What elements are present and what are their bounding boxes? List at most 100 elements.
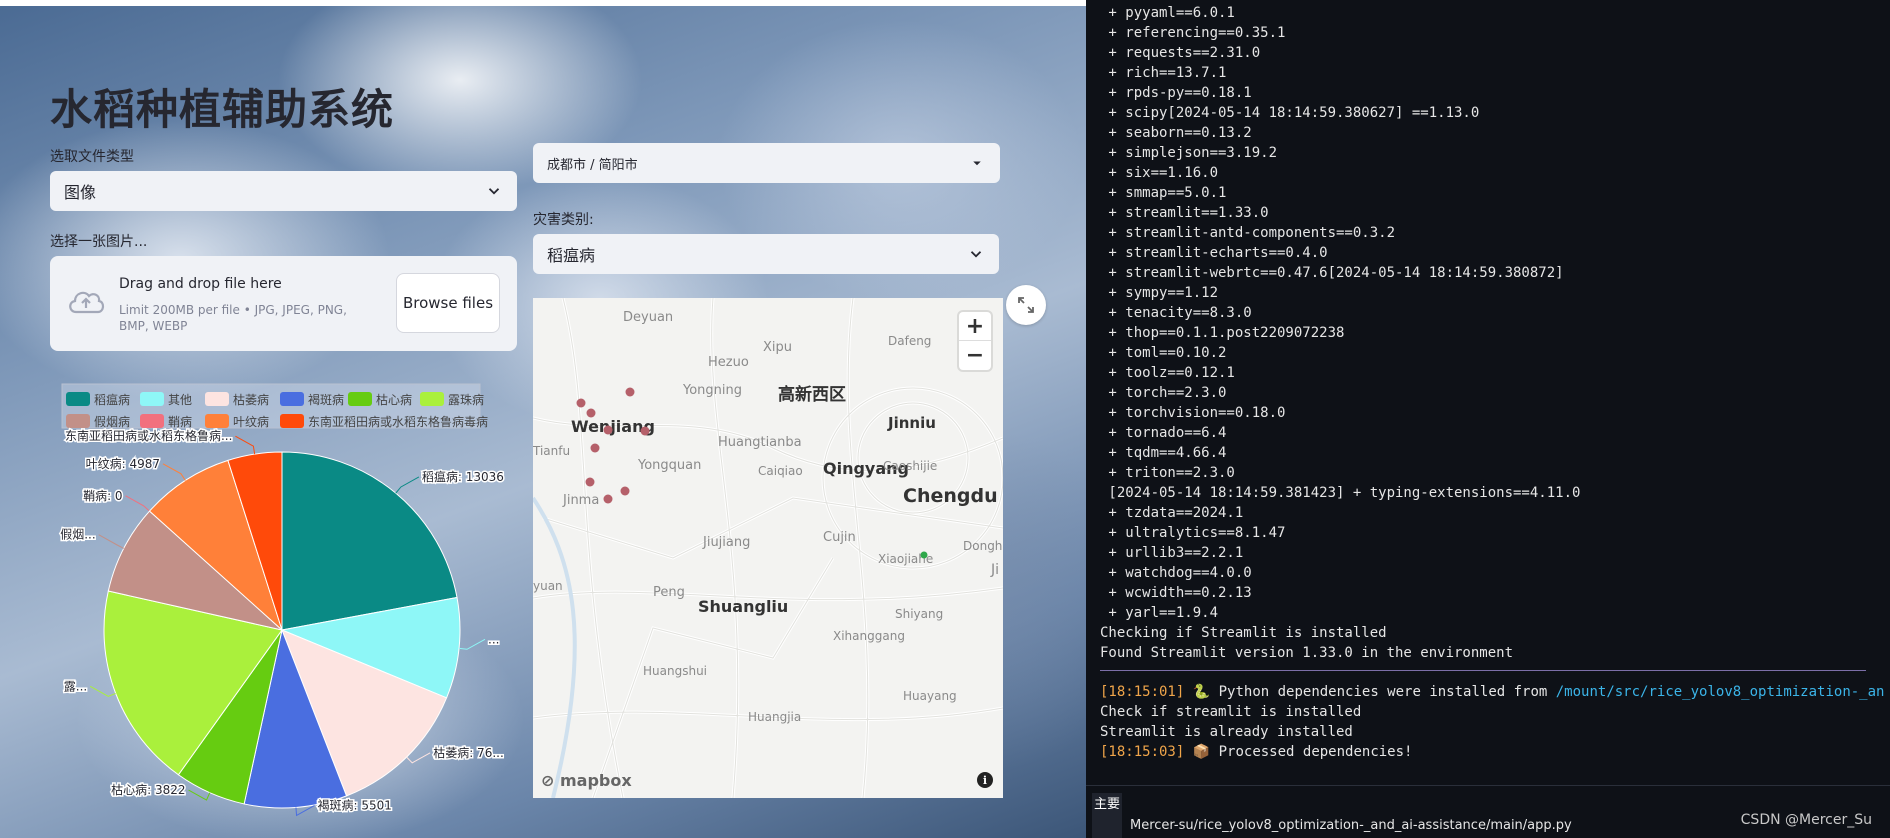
map-place-label: Xihanggang <box>833 629 905 643</box>
log-line-check: Check if streamlit is installed <box>1100 704 1362 720</box>
map-place-label: Hezuo <box>708 355 749 370</box>
map-marker[interactable] <box>603 425 613 435</box>
legend-label: 假烟病 <box>94 414 130 429</box>
map-road <box>542 496 1003 560</box>
log-line: + pyyaml==6.0.1 <box>1100 5 1235 21</box>
log-line: + urllib3==2.2.1 <box>1100 545 1244 561</box>
legend-item[interactable]: 假烟病 <box>66 414 130 429</box>
pie-data-label: 露... <box>64 679 87 693</box>
legend-label: 褐斑病 <box>308 392 344 407</box>
log-line: + tornado==6.4 <box>1100 425 1227 441</box>
expand-icon <box>1018 297 1034 313</box>
map-road-edge <box>562 298 624 798</box>
legend-item[interactable]: 枯心病 <box>348 392 412 407</box>
caret-down-icon <box>973 161 981 166</box>
zoom-out-button[interactable]: − <box>959 341 991 370</box>
pie-data-label: 枯心病: 3822 <box>111 782 185 797</box>
cloud-upload-icon <box>69 291 105 314</box>
legend-label: 枯萎病 <box>233 392 269 407</box>
app-file-path[interactable]: Mercer-su/rice_yolov8_optimization-_and_… <box>1130 818 1572 833</box>
map-marker[interactable] <box>603 494 613 504</box>
log-line-deps-installed: [18:15:01] 🐍 Python dependencies were in… <box>1100 682 1884 702</box>
info-icon[interactable]: i <box>977 772 993 788</box>
map-road <box>591 557 835 798</box>
log-line: + tzdata==2024.1 <box>1100 505 1244 521</box>
log-line: + triton==2.3.0 <box>1100 465 1235 481</box>
legend-item[interactable]: 露珠病 <box>420 392 484 407</box>
log-line: + watchdog==4.0.0 <box>1100 565 1252 581</box>
log-line: + seaborn==0.13.2 <box>1100 125 1252 141</box>
zoom-in-button[interactable]: + <box>959 312 991 341</box>
map-view[interactable]: Deyuan Xipu Dafeng Hezuo Yongning 高新西区 Jinniu W… <box>533 298 1003 798</box>
mapbox-logo: ⊘ mapbox <box>541 771 632 790</box>
footer-divider <box>1086 785 1890 786</box>
pie-legend: 稻瘟病 其他 枯萎病 褐斑病 枯心病 露珠病假烟病 鞘病 叶纹病 东南亚稻田病或水稻东格鲁病毒病 <box>61 383 488 429</box>
legend-swatch <box>348 392 372 406</box>
uploader-drag-text: Drag and drop file here <box>119 276 282 292</box>
pie-data-label: 假烟... <box>60 528 95 542</box>
log-line: + toml==0.10.2 <box>1100 345 1227 361</box>
location-select[interactable]: 成都市 / 简阳市 <box>533 143 1000 183</box>
map-marker[interactable] <box>620 486 630 496</box>
log-lines: + pyyaml==6.0.1 + referencing==0.35.1 + … <box>1100 3 1880 663</box>
legend-item[interactable]: 褐斑病 <box>280 392 344 407</box>
chevron-down-icon <box>488 188 500 195</box>
map-canvas[interactable]: DeyuanXipu DafengHezuoYongning 高新西区JinniuW… <box>533 298 1003 798</box>
map-place-label: Yongning <box>682 383 742 398</box>
file-uploader-dropzone[interactable]: Drag and drop file here Limit 200MB per … <box>50 256 517 351</box>
legend-item[interactable]: 稻瘟病 <box>66 392 130 407</box>
map-marker[interactable] <box>586 408 596 418</box>
page-title: 水稻种植辅助系统 <box>50 85 395 134</box>
log-line: + wcwidth==0.2.13 <box>1100 585 1252 601</box>
map-marker[interactable] <box>585 477 595 487</box>
disaster-select[interactable]: 稻瘟病 <box>533 234 999 274</box>
pie-label-line <box>89 685 116 697</box>
file-type-select[interactable]: 图像 <box>50 171 517 211</box>
legend-swatch <box>205 392 229 406</box>
map-marker[interactable] <box>576 398 586 408</box>
timestamp: [18:15:03] <box>1100 744 1185 760</box>
location-value: 成都市 / 简阳市 <box>547 157 638 173</box>
log-line: [2024-05-14 18:14:59.381423] + typing-ex… <box>1100 485 1581 501</box>
log-line: + toolz==0.12.1 <box>1100 365 1235 381</box>
log-line: + requests==2.31.0 <box>1100 45 1261 61</box>
deployment-log-panel: + pyyaml==6.0.1 + referencing==0.35.1 + … <box>1086 0 1890 838</box>
map-marker[interactable] <box>640 426 650 436</box>
legend-item[interactable]: 叶纹病 <box>205 414 269 429</box>
legend-label: 鞘病 <box>168 414 192 429</box>
map-place-label: Dafeng <box>888 334 931 348</box>
log-line: + sympy==1.12 <box>1100 285 1219 301</box>
pie-label-line <box>406 752 431 764</box>
map-marker-current[interactable] <box>920 551 928 559</box>
legend-swatch <box>140 392 164 406</box>
pie-data-label: 枯萎病: 76... <box>433 745 504 760</box>
legend-swatch <box>280 392 304 406</box>
log-text: Processed dependencies! <box>1210 744 1413 760</box>
map-place-label: yuan <box>533 579 563 593</box>
disaster-value: 稻瘟病 <box>547 246 596 265</box>
map-zoom-controls: + − <box>959 312 991 370</box>
log-path-link[interactable]: /mount/src/rice_yolov8_optimization-_an <box>1556 684 1885 700</box>
legend-item[interactable]: 东南亚稻田病或水稻东格鲁病毒病 <box>280 414 488 429</box>
log-line: + ultralytics==8.1.47 <box>1100 525 1286 541</box>
legend-item[interactable]: 枯萎病 <box>205 392 269 407</box>
log-line: + streamlit-antd-components==0.3.2 <box>1100 225 1396 241</box>
disaster-label: 灾害类别: <box>533 212 594 228</box>
log-line: + torchvision==0.18.0 <box>1100 405 1286 421</box>
branch-tag: 主要 <box>1092 793 1122 838</box>
map-place-label: Yongquan <box>637 458 701 473</box>
log-line: + yarl==1.9.4 <box>1100 605 1219 621</box>
chevron-down-icon <box>970 251 982 258</box>
map-place-label: Huangjia <box>748 710 801 724</box>
pie-label-line <box>162 463 186 481</box>
map-marker[interactable] <box>590 443 600 453</box>
map-road <box>561 298 625 798</box>
log-line: + tenacity==8.3.0 <box>1100 305 1252 321</box>
map-place-label: Huangshui <box>643 664 707 678</box>
legend-swatch <box>205 414 229 428</box>
python-icon: 🐍 <box>1192 684 1211 700</box>
browse-files-button[interactable]: Browse files <box>396 273 500 333</box>
fullscreen-button[interactable] <box>1006 285 1046 325</box>
map-marker[interactable] <box>625 387 635 397</box>
timestamp: [18:15:01] <box>1100 684 1185 700</box>
